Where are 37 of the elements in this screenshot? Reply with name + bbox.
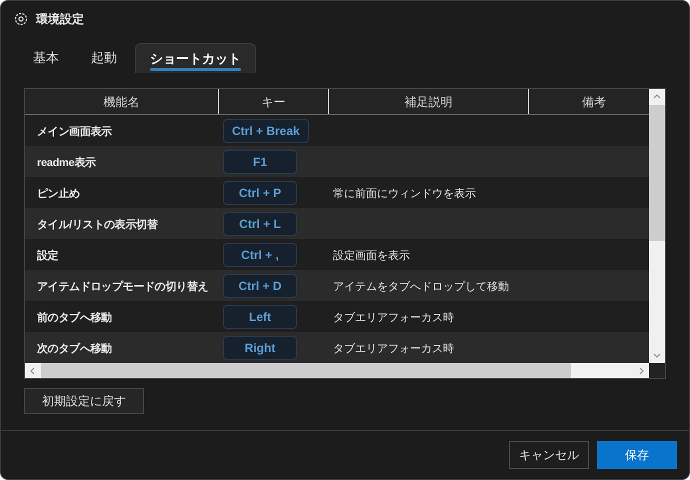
description-text: タブエリアフォーカス時 [333,312,454,324]
key-chip[interactable]: Right [223,336,297,360]
tab[interactable]: ショートカット [135,43,256,73]
function-name: 前のタブへ移動 [37,312,112,324]
key-chip[interactable]: Ctrl + Break [223,118,309,142]
function-name: ピン止め [37,188,80,200]
description-text: タブエリアフォーカス時 [333,342,454,354]
column-header[interactable]: 補足説明 [329,89,529,114]
function-name: メイン画面表示 [37,126,112,138]
key-chip[interactable]: Ctrl + D [223,274,297,298]
reset-button[interactable]: 初期設定に戻す [24,388,144,414]
cancel-button[interactable]: キャンセル [509,441,589,469]
key-chip[interactable]: Ctrl + , [223,242,297,266]
function-name: readme表示 [37,156,96,168]
horizontal-scrollbar[interactable] [25,363,649,378]
description-text: 設定画面を表示 [333,250,410,262]
column-header[interactable]: 機能名 [25,89,219,114]
scroll-thumb[interactable] [649,105,665,241]
key-chip[interactable]: Ctrl + P [223,180,297,204]
key-chip[interactable]: F1 [223,150,297,174]
function-name: アイテムドロップモードの切り替え [37,280,208,292]
function-name: タイル/リストの表示切替 [37,218,158,230]
settings-icon [14,12,28,26]
key-chip[interactable]: Left [223,304,297,328]
scroll-thumb[interactable] [41,363,571,378]
vertical-scrollbar[interactable] [649,89,665,363]
function-name: 設定 [37,250,58,262]
column-header[interactable]: 備考 [529,89,649,114]
save-button[interactable]: 保存 [597,441,677,469]
window-title: 環境設定 [36,10,84,28]
function-name: 次のタブへ移動 [37,342,112,354]
description-text: 常に前面にウィンドウを表示 [333,188,476,200]
column-header[interactable]: キー [219,89,329,114]
description-text: アイテムをタブへドロップして移動 [333,280,509,292]
tab[interactable]: 起動 [77,43,131,73]
tab[interactable]: 基本 [19,43,73,73]
key-chip[interactable]: Ctrl + L [223,212,297,236]
